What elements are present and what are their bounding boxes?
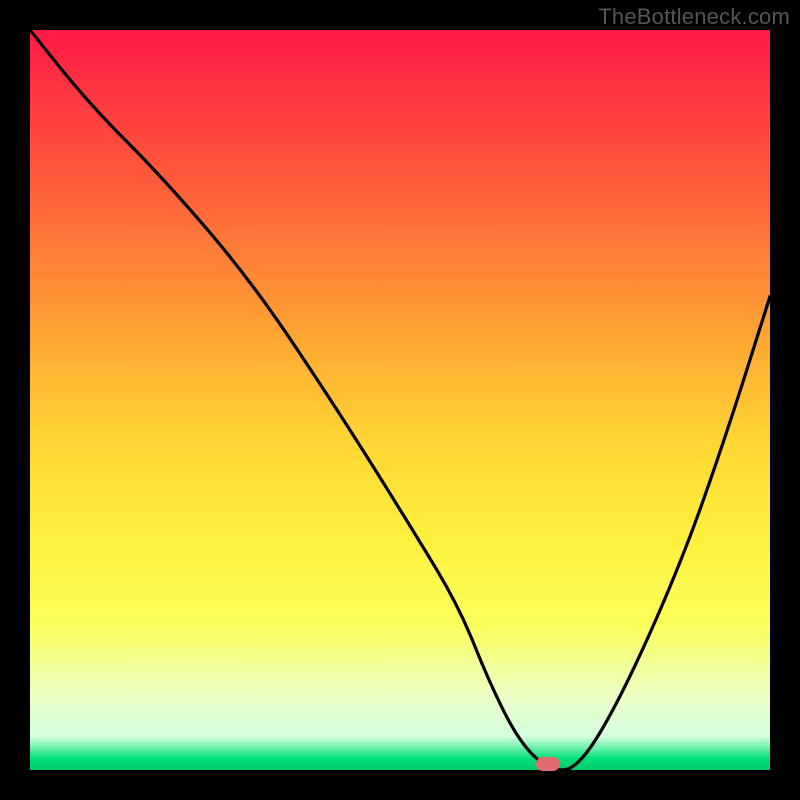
curve-layer <box>30 30 770 770</box>
bottleneck-curve <box>30 30 770 770</box>
plot-area <box>30 30 770 770</box>
watermark-text: TheBottleneck.com <box>598 4 790 30</box>
optimal-marker <box>536 757 560 771</box>
chart-frame: TheBottleneck.com <box>0 0 800 800</box>
